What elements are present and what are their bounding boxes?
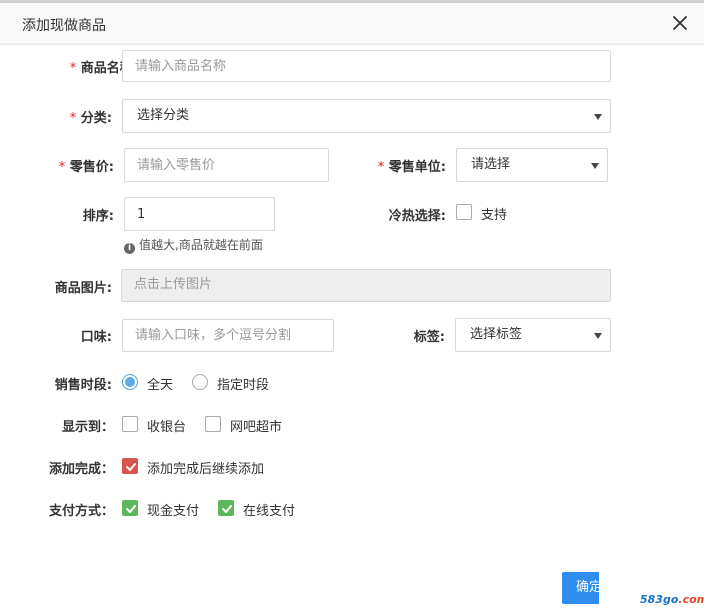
hotcold-checkbox[interactable]	[456, 204, 472, 220]
sale-period-allday-radio[interactable]	[122, 374, 138, 390]
watermark-domain: .com	[678, 593, 704, 606]
tag-select[interactable]: 选择标签	[455, 318, 611, 352]
sale-period-label: 销售时段:	[54, 378, 112, 393]
checkmark-icon	[126, 505, 136, 513]
hotcold-label: 冷热选择:	[388, 209, 446, 224]
required-mark: *	[69, 61, 77, 76]
dropdown-arrow-icon	[594, 114, 602, 120]
category-label-text: 分类:	[80, 111, 112, 126]
confirm-button[interactable]: 确定	[562, 572, 599, 604]
payment-label: 支付方式：	[48, 504, 114, 519]
taste-input[interactable]	[122, 319, 334, 352]
add-product-dialog: 添加现做商品 * 商品名称: * 分类: 选择分类 * 零售价: * 零售单位:…	[0, 3, 704, 614]
dropdown-arrow-icon	[594, 333, 602, 339]
sort-hint-text: 值越大,商品就越在前面	[139, 238, 263, 252]
online-payment-checkbox[interactable]	[218, 500, 234, 516]
retail-price-input[interactable]	[124, 148, 329, 182]
close-button[interactable]	[670, 13, 690, 33]
continue-add-label[interactable]: 添加完成后继续添加	[147, 458, 264, 477]
unit-select[interactable]: 请选择	[456, 148, 608, 182]
unit-label: * 零售单位:	[378, 156, 446, 175]
price-label: * 零售价:	[59, 156, 114, 175]
cash-payment-checkbox[interactable]	[122, 500, 138, 516]
tag-selected-value: 选择标签	[470, 327, 523, 342]
image-upload-field[interactable]: 点击上传图片	[121, 269, 611, 302]
required-mark: *	[69, 111, 77, 126]
display-market-label[interactable]: 网吧超市	[230, 416, 282, 435]
category-label: * 分类:	[70, 107, 112, 126]
image-label: 商品图片:	[54, 281, 112, 296]
checkmark-icon	[222, 505, 232, 513]
site-watermark: 583go.com	[640, 593, 704, 606]
tag-label: 标签:	[413, 330, 445, 345]
info-icon: i	[124, 243, 135, 254]
dialog-header: 添加现做商品	[0, 3, 704, 45]
dropdown-arrow-icon	[591, 163, 599, 169]
unit-label-text: 零售单位:	[388, 160, 446, 175]
hotcold-option-label[interactable]: 支持	[481, 204, 507, 223]
sale-period-custom-radio[interactable]	[192, 374, 208, 390]
watermark-text: 583go	[640, 593, 679, 606]
checkmark-icon	[126, 463, 136, 471]
display-to-label: 显示到：	[61, 420, 114, 435]
display-cashier-checkbox[interactable]	[122, 416, 138, 432]
unit-selected-value: 请选择	[471, 157, 511, 172]
close-icon	[673, 16, 687, 30]
sale-period-custom-label[interactable]: 指定时段	[217, 374, 269, 393]
online-payment-label[interactable]: 在线支付	[243, 500, 295, 519]
required-mark: *	[58, 160, 66, 175]
sort-hint: i 值越大,商品就越在前面	[124, 236, 263, 254]
cash-payment-label[interactable]: 现金支付	[147, 500, 199, 519]
continue-add-checkbox[interactable]	[122, 458, 138, 474]
taste-label: 口味:	[80, 330, 112, 345]
sort-input[interactable]	[124, 197, 275, 231]
dialog-title: 添加现做商品	[22, 18, 106, 34]
display-market-checkbox[interactable]	[205, 416, 221, 432]
price-label-text: 零售价:	[69, 160, 114, 175]
sale-period-allday-label[interactable]: 全天	[147, 374, 173, 393]
category-select[interactable]: 选择分类	[122, 99, 611, 133]
display-cashier-label[interactable]: 收银台	[147, 416, 186, 435]
product-name-input[interactable]	[122, 50, 611, 82]
after-add-label: 添加完成：	[48, 462, 114, 477]
required-mark: *	[377, 160, 385, 175]
category-selected-value: 选择分类	[137, 108, 190, 123]
sort-label: 排序:	[82, 209, 114, 224]
